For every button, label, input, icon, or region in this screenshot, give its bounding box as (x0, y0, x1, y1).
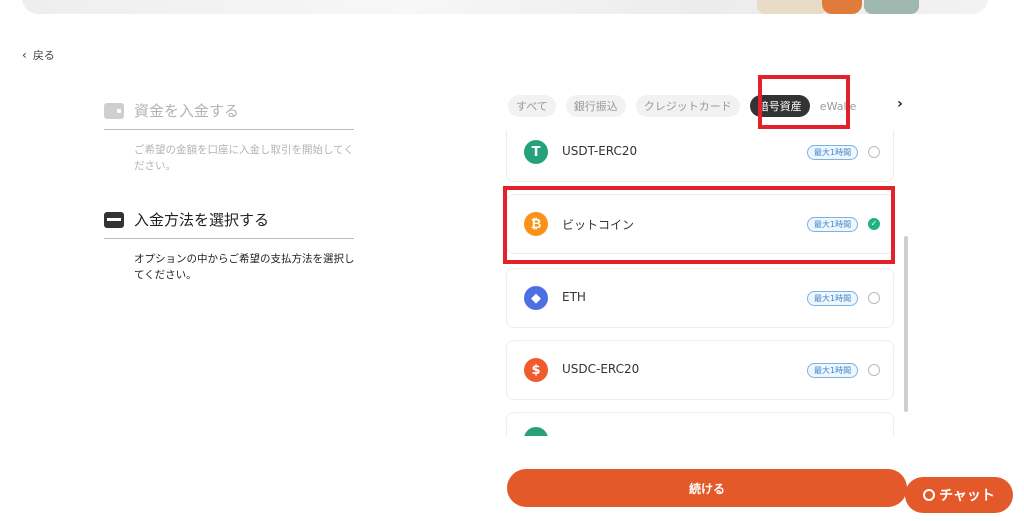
coin-icon (524, 427, 548, 436)
tab-bank-transfer[interactable]: 銀行振込 (565, 95, 626, 117)
step-title: 入金方法を選択する (134, 211, 270, 229)
chevron-right-icon[interactable]: › (897, 96, 903, 112)
back-link[interactable]: ‹ 戻る (22, 47, 55, 63)
step-description: ご希望の金額を口座に入金し取引を開始してください。 (134, 144, 354, 172)
continue-button[interactable]: 続ける (507, 469, 907, 507)
step-header: 資金を入金する (104, 100, 354, 130)
tether-icon: T (524, 140, 548, 164)
tab-all[interactable]: すべて (508, 95, 556, 117)
payment-method-partial[interactable] (506, 412, 894, 436)
payment-method-name: ETH (562, 290, 586, 304)
payment-method-usdc-erc20[interactable]: $ USDC-ERC20 最大1時間 (506, 340, 894, 400)
radio-button[interactable] (868, 292, 880, 304)
tab-credit-card[interactable]: クレジットカード (635, 95, 740, 117)
step-title: 資金を入金する (134, 102, 240, 120)
payment-method-list: T USDT-ERC20 最大1時間 ₿ ビットコイン 最大1時間 ✓ ◆ ET… (506, 130, 904, 436)
banner-decoration (757, 0, 827, 14)
banner-decoration (864, 0, 919, 14)
time-badge: 最大1時間 (807, 145, 859, 160)
card-icon (104, 211, 124, 228)
payment-method-eth[interactable]: ◆ ETH 最大1時間 (506, 268, 894, 328)
ethereum-icon: ◆ (524, 286, 548, 310)
selection-highlight-box (503, 186, 895, 264)
chat-label: チャット (939, 488, 995, 504)
time-badge: 最大1時間 (807, 291, 859, 306)
promo-banner (22, 0, 988, 14)
time-badge: 最大1時間 (807, 363, 859, 378)
step-select-method: 入金方法を選択する オプションの中からご希望の支払方法を選択してください。 (104, 209, 355, 283)
tab-highlight-box (758, 75, 850, 129)
chat-bubble-icon (923, 489, 936, 501)
payment-method-name: USDC-ERC20 (562, 362, 640, 376)
chevron-left-icon: ‹ (22, 48, 27, 62)
step-header: 入金方法を選択する (104, 209, 354, 239)
list-scrollbar[interactable] (904, 236, 908, 412)
chat-button[interactable]: チャット (905, 477, 1013, 513)
radio-button[interactable] (868, 364, 880, 376)
step-deposit: 資金を入金する ご希望の金額を口座に入金し取引を開始してください。 (104, 100, 354, 174)
usdc-icon: $ (524, 358, 548, 382)
wallet-icon (104, 102, 124, 119)
step-description: オプションの中からご希望の支払方法を選択してください。 (134, 253, 355, 281)
payment-method-name: USDT-ERC20 (562, 144, 638, 158)
radio-button[interactable] (868, 146, 880, 158)
payment-method-usdt-erc20[interactable]: T USDT-ERC20 最大1時間 (506, 130, 894, 182)
banner-decoration (822, 0, 862, 14)
back-label: 戻る (32, 49, 55, 62)
